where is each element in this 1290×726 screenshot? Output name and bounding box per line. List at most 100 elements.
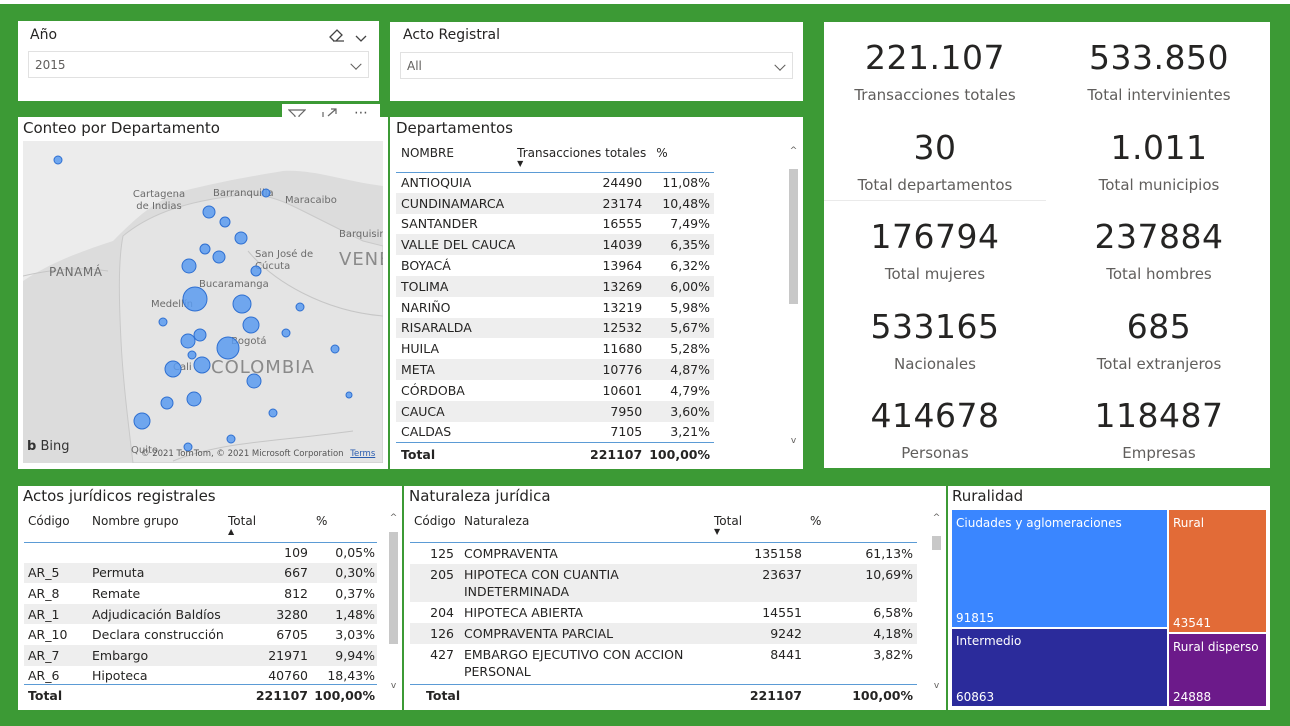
col-header-label: % [656,146,668,160]
acto-dropdown[interactable]: All [400,52,793,79]
treemap-cell-value: 60863 [956,690,995,704]
table-row[interactable]: CAUCA 7950 3,60% [396,400,714,422]
chevron-down-icon [774,59,786,71]
dept-pct: 4,87% [670,362,710,378]
col-header-label: Código [28,514,70,528]
table-row[interactable]: 427 EMBARGO EJECUTIVO CON ACCION PERSONAL… [410,643,917,682]
kpi-card: 221.107 Transacciones totales 533.850 Total… [824,22,1270,468]
naturaleza-scrollbar[interactable]: ^ v [932,514,941,694]
table-row[interactable]: AR_5 Permuta 667 0,30% [24,562,377,584]
map-bubble [295,302,305,312]
naturaleza-nombre: HIPOTECA ABIERTA [464,604,583,620]
table-row[interactable]: META 10776 4,87% [396,359,714,380]
treemap-cell-rural-disperso[interactable]: Rural disperso 24888 [1169,634,1266,706]
col-header-label: Transacciones totales [517,146,647,160]
table-row[interactable]: AR_7 Embargo 21971 9,94% [24,644,377,666]
kpi-value: 237884 [1094,217,1224,256]
naturaleza-table: Código Naturaleza Total ▼ % 125 COMPRAVENT… [410,510,917,682]
table-row[interactable]: CÓRDOBA 10601 4,79% [396,379,714,401]
table-row[interactable]: 109 0,05% [24,542,377,563]
map-bubble [226,434,236,444]
table-row[interactable]: 205 HIPOTECA CON CUANTIA INDETERMINADA 236… [410,563,917,602]
naturaleza-pct: 61,13% [865,545,913,561]
treemap-cell-intermedio[interactable]: Intermedio 60863 [952,629,1167,706]
map-bubble [182,286,208,312]
table-row[interactable]: 126 COMPRAVENTA PARCIAL 9242 4,18% [410,622,917,644]
col-header-naturaleza[interactable]: Naturaleza [464,510,714,542]
dept-pct: 3,21% [670,424,710,440]
table-row[interactable]: NARIÑO 13219 5,98% [396,296,714,318]
table-row[interactable]: VALLE DEL CAUCA 14039 6,35% [396,234,714,256]
dept-transacciones: 11680 [602,341,643,357]
map-bubble [202,205,216,219]
dept-transacciones: 14039 [602,237,643,253]
acto-nombre-grupo: Embargo [92,647,149,663]
treemap-cell-rural[interactable]: Rural 43541 [1169,510,1266,632]
slicer-acto-label: Acto Registral [403,27,501,43]
map-terms-link[interactable]: Terms [350,449,375,459]
actos-scrollbar[interactable]: ^ v [389,514,398,694]
departamentos-scrollbar[interactable]: ^ v [789,147,798,453]
departamentos-title: Departamentos [396,119,513,137]
col-header-pct[interactable]: % [648,142,714,172]
table-row[interactable]: TOLIMA 13269 6,00% [396,275,714,297]
scroll-thumb[interactable] [789,169,798,304]
map-bubble [180,333,196,349]
col-header-nombre-grupo[interactable]: Nombre grupo [92,510,228,542]
dept-pct: 5,98% [670,299,710,315]
col-header-codigo[interactable]: Código [24,510,92,542]
col-header-codigo[interactable]: Código [410,510,464,542]
table-row[interactable]: AR_10 Declara construcción 6705 3,03% [24,624,377,645]
scroll-down-icon[interactable]: v [389,682,398,691]
scroll-up-icon[interactable]: ^ [932,514,941,523]
map-bubble [133,412,151,430]
table-row[interactable]: RISARALDA 12532 5,67% [396,317,714,339]
dept-transacciones: 7950 [610,403,643,419]
table-row[interactable]: 125 COMPRAVENTA 135158 61,13% [410,542,917,564]
map-bubble [181,258,197,274]
scroll-thumb[interactable] [389,532,398,644]
table-row[interactable]: SANTANDER 16555 7,49% [396,213,714,235]
col-header-total[interactable]: Total ▼ [714,510,806,542]
scroll-thumb[interactable] [932,536,941,550]
total-value: 221107 [749,688,802,704]
chevron-down-icon[interactable] [354,29,368,42]
scroll-up-icon[interactable]: ^ [789,147,798,156]
naturaleza-total: 23637 [762,566,802,582]
col-header-transacciones[interactable]: Transacciones totales ▼ [517,142,648,172]
naturaleza-pct: 3,82% [873,646,913,662]
col-header-nombre[interactable]: NOMBRE [396,142,517,172]
dept-name: HUILA [401,341,440,357]
dept-pct: 5,67% [670,320,710,336]
col-header-total[interactable]: Total ▲ [228,510,312,542]
table-row[interactable]: BOYACÁ 13964 6,32% [396,255,714,276]
acto-pct: 0,05% [335,545,375,561]
scroll-down-icon[interactable]: v [932,682,941,691]
acto-nombre-grupo: Remate [92,585,141,601]
treemap-cell-ciudades[interactable]: Ciudades y aglomeraciones 91815 [952,510,1167,627]
table-row[interactable]: 204 HIPOTECA ABIERTA 14551 6,58% [410,601,917,623]
ruralidad-card: Ruralidad Ciudades y aglomeraciones 9181… [948,486,1270,710]
total-value: 221107 [255,688,308,704]
eraser-icon[interactable] [329,28,344,42]
anio-dropdown[interactable]: 2015 [28,51,369,78]
col-header-pct[interactable]: % [806,510,917,542]
table-row[interactable]: ANTIOQUIA 24490 11,08% [396,172,714,193]
dept-name: ANTIOQUIA [401,175,472,191]
col-header-pct[interactable]: % [312,510,377,542]
dept-pct: 5,28% [670,341,710,357]
table-row[interactable]: AR_8 Remate 812 0,37% [24,583,377,604]
table-row[interactable]: CUNDINAMARCA 23174 10,48% [396,192,714,214]
table-row[interactable]: AR_1 Adjudicación Baldíos 3280 1,48% [24,603,377,625]
total-label: Total [28,688,63,704]
dept-pct: 4,79% [670,382,710,398]
table-row[interactable]: HUILA 11680 5,28% [396,338,714,360]
scroll-down-icon[interactable]: v [789,437,798,446]
acto-pct: 0,37% [335,585,375,601]
departamentos-table: NOMBRE Transacciones totales ▼ % ANTIOQUI… [396,142,714,466]
scroll-up-icon[interactable]: ^ [389,514,398,523]
table-row[interactable]: CALDAS 7105 3,21% [396,421,714,443]
map-canvas[interactable]: Cartagena de Indias Barranquilla Maracai… [23,141,383,463]
acto-pct: 3,03% [335,627,375,643]
dept-name: SANTANDER [401,216,478,232]
